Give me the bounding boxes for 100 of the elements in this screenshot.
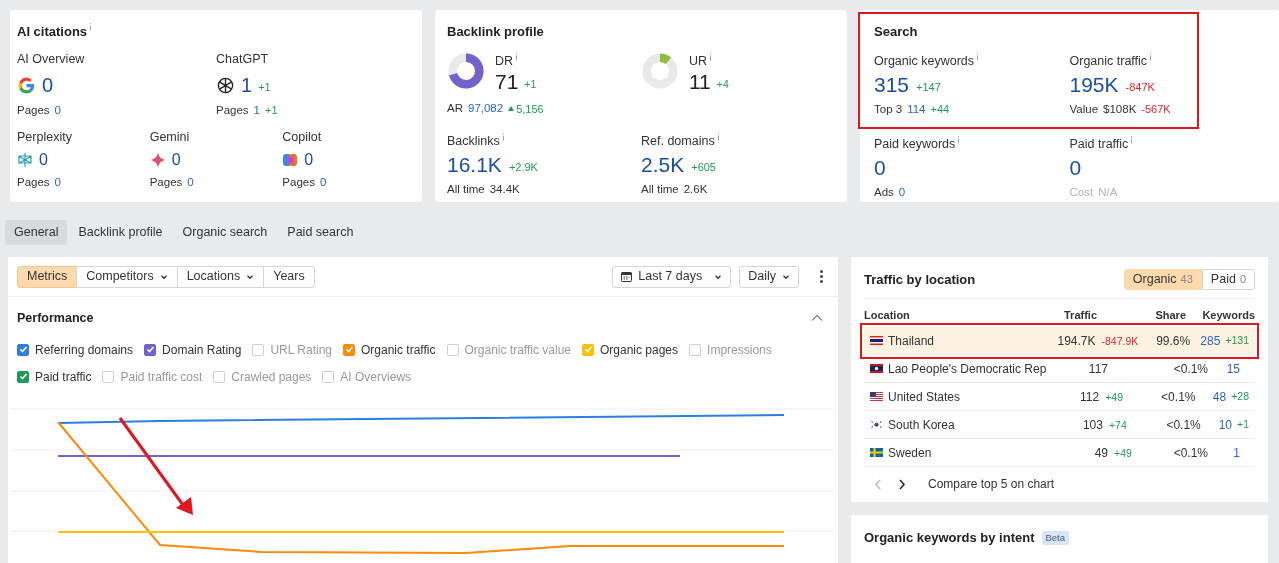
pages-value[interactable]: 1 bbox=[253, 102, 260, 120]
metric-label: Copilot bbox=[282, 128, 323, 146]
rating-value: 71 bbox=[495, 70, 519, 95]
flag-icon bbox=[870, 336, 883, 345]
calendar-icon bbox=[621, 271, 633, 282]
pages-value[interactable]: 0 bbox=[187, 174, 194, 192]
rating-delta: +1 bbox=[524, 76, 537, 92]
metric-label: Gemini bbox=[149, 128, 191, 146]
triangle-up-icon bbox=[508, 106, 515, 112]
flag-icon bbox=[870, 420, 883, 429]
metric-value[interactable]: 315 bbox=[874, 72, 910, 99]
location-name: United States bbox=[888, 388, 962, 406]
view-segment[interactable]: Years bbox=[263, 265, 315, 288]
metric-checkbox[interactable]: Referring domains bbox=[17, 340, 134, 359]
pages-value[interactable]: 0 bbox=[319, 174, 327, 192]
location-row[interactable]: Lao People's Democratic Rep 117 <0.1% 15 bbox=[864, 355, 1255, 383]
flag-icon bbox=[870, 448, 883, 457]
pages-value[interactable]: 0 bbox=[54, 174, 61, 192]
checkbox[interactable] bbox=[343, 343, 355, 356]
checkbox[interactable] bbox=[17, 370, 29, 383]
checkbox[interactable] bbox=[17, 343, 29, 356]
date-range-dropdown[interactable]: Last 7 days bbox=[612, 265, 732, 288]
section-tab[interactable]: Paid search bbox=[278, 220, 363, 245]
card-title: Traffic by location bbox=[864, 270, 976, 289]
checkbox[interactable] bbox=[144, 343, 157, 356]
keywords-value[interactable]: 1 bbox=[1208, 443, 1240, 462]
compare-chart-link[interactable]: Compare top 5 on chart bbox=[928, 475, 1055, 493]
metric-label: Paid traffic bbox=[1069, 135, 1129, 153]
metric-label: Backlinks bbox=[447, 132, 500, 150]
keywords-value[interactable]: 285 bbox=[1190, 331, 1221, 350]
metric-value[interactable]: 16.1K bbox=[447, 152, 502, 179]
view-segment[interactable]: Competitors bbox=[76, 265, 178, 288]
traffic-delta: -847.9K bbox=[1101, 334, 1139, 347]
location-row[interactable]: Sweden 49 +49 <0.1% 1 bbox=[864, 439, 1255, 467]
sub-delta: -567K bbox=[1141, 102, 1171, 118]
sub-label: All time bbox=[447, 182, 485, 198]
pages-label: Pages bbox=[149, 175, 183, 191]
keywords-delta: +28 bbox=[1231, 388, 1249, 404]
location-name: Sweden bbox=[888, 444, 933, 462]
metric-delta: +1 bbox=[258, 80, 271, 95]
interval-dropdown[interactable]: Daily bbox=[739, 265, 799, 288]
metric-checkbox[interactable]: Paid traffic bbox=[17, 367, 92, 386]
metric-value[interactable]: 0 bbox=[39, 148, 48, 173]
traffic-type-toggle[interactable]: Organic 43 bbox=[1123, 269, 1202, 290]
info-icon[interactable] bbox=[89, 23, 93, 31]
beta-badge: Beta bbox=[1041, 530, 1070, 545]
rating-label: DR bbox=[495, 52, 514, 70]
metric-value[interactable]: 1 bbox=[241, 70, 253, 101]
section-tab[interactable]: Organic search bbox=[173, 220, 277, 245]
sub-value: 0 bbox=[898, 185, 906, 201]
pages-label: Pages bbox=[17, 175, 50, 191]
checkbox[interactable] bbox=[582, 343, 594, 356]
ar-value[interactable]: 97,082 bbox=[468, 100, 504, 118]
section-tab[interactable]: General bbox=[5, 220, 68, 245]
metric-checkbox[interactable]: Organic pages bbox=[582, 340, 679, 359]
pages-label: Pages bbox=[216, 103, 249, 119]
column-header: Keywords bbox=[1202, 307, 1255, 323]
sub-delta: +44 bbox=[930, 102, 950, 118]
metric-value[interactable]: 0 bbox=[42, 70, 54, 101]
google-logo-icon bbox=[17, 75, 36, 95]
location-row[interactable]: United States 112 +49 <0.1% 48 +28 bbox=[864, 383, 1255, 411]
collapse-icon[interactable] bbox=[811, 313, 823, 324]
metric-value[interactable]: 2.5K bbox=[641, 152, 685, 179]
card-title: Backlink profile bbox=[447, 23, 545, 41]
pages-label: Pages bbox=[17, 103, 50, 119]
keywords-value[interactable]: 15 bbox=[1208, 359, 1240, 378]
metric-label: AI Overview bbox=[17, 50, 86, 68]
next-page-icon[interactable] bbox=[898, 478, 906, 490]
sub-label: Top 3 bbox=[874, 102, 903, 118]
column-header: Location bbox=[864, 307, 911, 323]
location-row[interactable]: South Korea 103 +74 <0.1% 10 +1 bbox=[864, 411, 1255, 439]
view-segment[interactable]: Metrics bbox=[17, 265, 78, 288]
sub-value: N/A bbox=[1098, 185, 1118, 201]
card-title: Search bbox=[874, 23, 919, 41]
sub-value[interactable]: 114 bbox=[907, 101, 926, 119]
traffic-type-toggle[interactable]: Paid 0 bbox=[1201, 269, 1255, 290]
card-title: AI citations bbox=[17, 23, 88, 41]
metric-checkbox[interactable]: Domain Rating bbox=[144, 340, 242, 359]
keywords-value[interactable]: 10 bbox=[1200, 415, 1232, 434]
share-value: 99.6% bbox=[1155, 332, 1191, 350]
keywords-delta: +131 bbox=[1225, 332, 1249, 348]
keywords-value[interactable]: 48 bbox=[1195, 387, 1227, 406]
metric-value[interactable]: 0 bbox=[874, 155, 886, 182]
metric-value[interactable]: 0 bbox=[304, 148, 314, 173]
rating-donut-icon bbox=[641, 51, 679, 90]
traffic-delta: +49 bbox=[1105, 390, 1124, 403]
pages-value[interactable]: 0 bbox=[54, 102, 61, 120]
metric-checkbox[interactable]: Organic traffic bbox=[343, 340, 436, 359]
flag-icon bbox=[870, 364, 883, 373]
metric-value[interactable]: 195K bbox=[1069, 72, 1119, 99]
sub-value: $108K bbox=[1103, 102, 1137, 118]
sub-value: 2.6K bbox=[683, 182, 708, 198]
ar-delta: 5,156 bbox=[508, 100, 544, 118]
metric-delta: +147 bbox=[916, 79, 941, 95]
metric-label: Organic keywords bbox=[874, 52, 975, 70]
metric-delta: +2.9K bbox=[508, 159, 538, 175]
view-segment[interactable]: Locations bbox=[176, 265, 265, 288]
section-tab[interactable]: Backlink profile bbox=[69, 220, 172, 245]
sub-label: All time bbox=[641, 182, 679, 198]
metric-value[interactable]: 0 bbox=[171, 148, 181, 173]
